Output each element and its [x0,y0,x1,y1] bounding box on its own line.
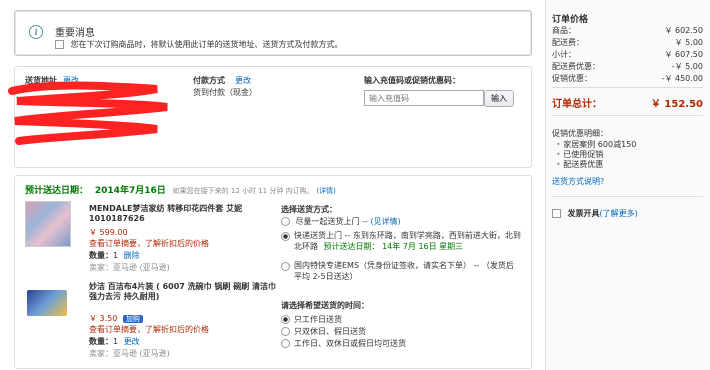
promo-details-title: 促销优惠明细： [552,129,608,138]
summary-title: 订单价格 [552,15,589,25]
qty-label: 数量： [89,337,113,346]
invoice-option[interactable]: 发票开具(了解更多) [552,208,638,219]
payment-value: 货到付款（现金） [193,88,257,97]
notice-text: 您在下次订购商品时，将默认使用此订单的送货地址、送货方式及付款方式。 [70,40,343,49]
shipping-option-express[interactable]: 快递送货上门 -- 东到东环路，南到学亮路，西到前进大街，北到北环路 预计送达日… [281,230,521,252]
redaction-scribble [8,81,168,145]
qty-value: 1 [113,251,119,260]
summary-row: 配送费： ￥ 5.00 [552,38,703,47]
change-link[interactable]: 更改 [124,337,140,346]
item-quantity: 数量：1 更改 [89,336,140,347]
info-icon: i [29,25,43,39]
promo-apply-button[interactable]: 输入 [484,90,514,107]
option-text: 只工作日送货 [294,315,342,324]
item-seller: 卖家：亚马逊 (亚马逊) [89,349,170,358]
shipment-section: 预计送达日期： 2014年7月16日 如果您在接下来的 12 小时 11 分钟 … [14,175,532,369]
delivery-details-link[interactable]: (详情) [316,187,335,195]
option-text: 国内特快专递EMS（凭身份证签收，请实名下单） -- （发货后平均 2-5日送达… [294,261,514,281]
radio-button[interactable] [281,327,290,336]
divider [552,115,703,116]
time-option-weekends[interactable]: 只双休日、假日送货 [281,326,366,337]
payment-change-link[interactable]: 更改 [235,75,251,86]
invoice-checkbox[interactable] [552,209,561,218]
total-label: 订单总计： [552,99,602,110]
item-seller: 卖家：亚马逊 (亚马逊) [89,263,170,272]
radio-button[interactable] [281,262,290,271]
option-details-link[interactable]: (见详情) [370,217,400,226]
shipping-option-together[interactable]: 尽量一起送货上门 -- (见详情) [281,216,521,227]
checkout-details-section: 送货地址 更改 付款方式 更改 货到付款（现金） 输入充值码或促销优惠码： 输入 [8,66,532,168]
delivery-estimate-label: 预计送达日期： [25,186,89,196]
delivery-date: 2014年7月16日 [94,186,166,196]
option-text: 只双休日、假日送货 [294,327,366,336]
shipping-option-ems[interactable]: 国内特快专递EMS（凭身份证签收，请实名下单） -- （发货后平均 2-5日送达… [281,260,521,282]
invoice-learn-more-link[interactable]: (了解更多) [600,209,638,218]
item-title[interactable]: 妙洁 百洁布4片装 ( 6007 洗碗巾 锅刷 碗刷 清洁巾 强力去污 持久耐用… [89,282,284,302]
item-discount-link[interactable]: 查看订单摘要，了解折扣后的价格 [89,324,209,335]
notice-option[interactable]: 您在下次订购商品时，将默认使用此订单的送货地址、送货方式及付款方式。 [55,39,343,50]
order-total: 订单总计： ￥ 152.50 [552,95,703,110]
item-image-bedding[interactable] [25,201,71,247]
summary-row: 配送费优惠： -￥ 5.00 [552,62,703,71]
shipping-info-link[interactable]: 送货方式说明? [552,176,604,187]
summary-row: 促销优惠： -￥ 450.00 [552,74,703,83]
delivery-time-title: 请选择希望送货的时间： [281,301,369,310]
radio-button[interactable] [281,315,290,324]
divider [552,87,703,88]
option-estimate: 预计送达日期： 14年 7月 16日 星期三 [323,242,464,251]
order-summary: 订单价格 商品： ￥ 602.50 配送费： ￥ 5.00 小计： ￥ 607.50 … [545,0,710,370]
qty-label: 数量： [89,251,113,260]
time-option-weekdays[interactable]: 只工作日送货 [281,314,342,325]
radio-button[interactable] [281,217,290,226]
item-price-value: ￥ 3.50 [89,314,118,323]
divider [552,196,703,197]
qty-value: 1 [113,337,119,346]
important-notice: i 重要消息 您在下次订购商品时，将默认使用此订单的送货地址、送货方式及付款方式… [14,10,532,56]
shipping-method-title: 选择送货方式： [281,205,337,214]
item-quantity: 数量：1 删除 [89,250,140,261]
delivery-estimate: 预计送达日期： 2014年7月16日 如果您在接下来的 12 小时 11 分钟 … [25,183,336,196]
invoice-label: 发票开具 [567,209,600,218]
summary-row: 小计： ￥ 607.50 [552,50,703,59]
radio-button[interactable] [281,232,290,241]
item-price: ￥ 599.00 [89,228,128,237]
promo-label: 输入充值码或促销优惠码： [364,76,460,85]
item-title[interactable]: MENDALE梦洁家纺 转移印花四件套 艾妮 1010187626 [89,204,284,224]
item-price: ￥ 3.50 加购 [89,313,143,324]
item-discount-link[interactable]: 查看订单摘要，了解折扣后的价格 [89,238,209,249]
notice-title: 重要消息 [55,28,95,39]
promo-code-input[interactable] [364,90,484,106]
delivery-countdown: 如果您在接下来的 12 小时 11 分钟 内订购。 [172,187,314,195]
option-text: 工作日、双休日或假日均可送货 [294,339,406,348]
addon-badge: 加购 [122,315,143,323]
remove-link[interactable]: 删除 [124,251,140,260]
time-option-any[interactable]: 工作日、双休日或假日均可送货 [281,338,406,349]
summary-row: 商品： ￥ 602.50 [552,26,703,35]
notice-checkbox[interactable] [55,40,64,49]
promo-details-list: • 家居案例 600减150 • 已使用促销 • 配送费优惠 [556,140,637,169]
total-value: ￥ 152.50 [650,99,703,110]
payment-label: 付款方式 [193,76,225,85]
option-text: 尽量一起送货上门 -- [295,217,371,226]
item-image-sponge[interactable] [27,290,67,316]
radio-button[interactable] [281,339,290,348]
